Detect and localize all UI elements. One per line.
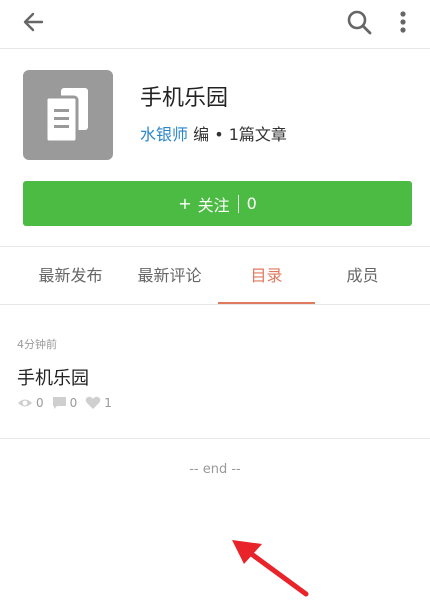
meta-info: 编 • 1篇文章 [188,125,287,144]
views-count: 0 [36,396,44,410]
follower-count: 0 [246,194,257,213]
group-title: 手机乐园 [140,86,229,111]
search-button[interactable] [345,8,373,36]
follow-label: 关注 [197,195,230,215]
comments-stat: 0 [52,396,78,410]
group-cover [23,70,113,160]
back-button[interactable] [20,8,48,36]
tab-bar: 最新发布 最新评论 目录 成员 [0,247,430,305]
plus-icon: + [178,194,192,213]
list-divider [0,438,430,439]
post-stats: 0 0 1 [17,395,120,411]
heart-icon [85,396,101,409]
tabs-divider [0,304,430,305]
search-icon [347,10,372,35]
post-title[interactable]: 手机乐园 [17,364,89,390]
more-button[interactable] [391,8,415,36]
tab-catalog[interactable]: 目录 [213,247,320,305]
red-arrow-annotation [232,540,309,597]
post-time: 4分钟前 [17,338,57,351]
author-link[interactable]: 水银师 [140,125,188,144]
follow-separator [237,194,239,213]
likes-stat: 1 [85,396,112,410]
tab-latest-comments[interactable]: 最新评论 [116,247,223,305]
views-stat: 0 [17,396,44,410]
likes-count: 1 [104,396,112,410]
tab-latest-posts[interactable]: 最新发布 [17,247,124,305]
back-arrow-icon [23,12,44,32]
eye-icon [18,399,32,407]
document-icon [44,88,88,144]
group-meta: 水银师 编 • 1篇文章 [140,121,287,145]
top-toolbar [0,0,430,48]
more-vertical-icon [400,11,406,33]
toolbar-divider [0,48,430,49]
tab-members[interactable]: 成员 [309,247,416,305]
follow-button[interactable]: + 关注 0 [23,181,412,226]
comments-count: 0 [69,396,78,410]
end-of-list: -- end -- [189,462,241,477]
comment-icon [52,397,66,409]
